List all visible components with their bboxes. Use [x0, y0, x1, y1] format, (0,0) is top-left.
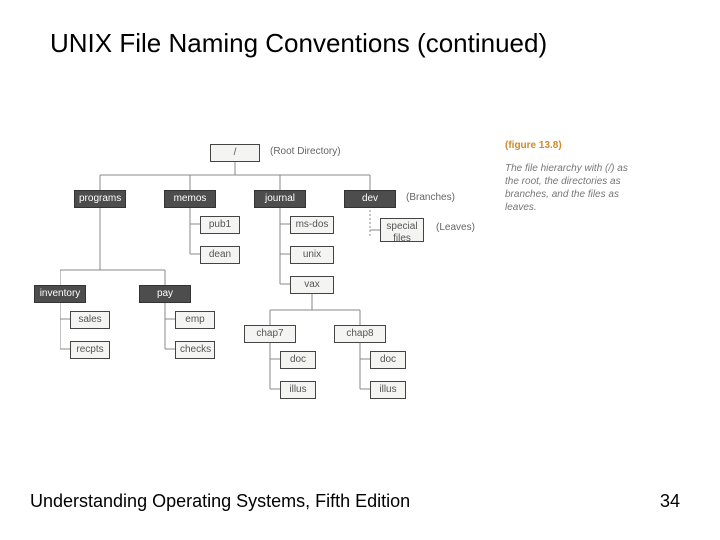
- node-emp: emp: [175, 311, 215, 329]
- page-number: 34: [660, 491, 680, 512]
- node-chap7: chap7: [244, 325, 296, 343]
- node-memos: memos: [164, 190, 216, 208]
- node-checks: checks: [175, 341, 215, 359]
- node-pay: pay: [139, 285, 191, 303]
- node-special-files: special files: [380, 218, 424, 242]
- footer-text: Understanding Operating Systems, Fifth E…: [30, 491, 410, 512]
- node-chap8-doc: doc: [370, 351, 406, 369]
- node-chap7-doc: doc: [280, 351, 316, 369]
- figure-caption: The file hierarchy with (/) as the root,…: [505, 162, 635, 214]
- node-pub1: pub1: [200, 216, 240, 234]
- node-chap8-illus: illus: [370, 381, 406, 399]
- root-directory-label: (Root Directory): [270, 146, 341, 157]
- file-tree-diagram: / (Root Directory) programs memos journa…: [60, 140, 660, 460]
- node-chap8: chap8: [334, 325, 386, 343]
- slide-title: UNIX File Naming Conventions (continued): [50, 28, 547, 59]
- node-sales: sales: [70, 311, 110, 329]
- node-dean: dean: [200, 246, 240, 264]
- node-unix: unix: [290, 246, 334, 264]
- node-inventory: inventory: [34, 285, 86, 303]
- node-recpts: recpts: [70, 341, 110, 359]
- figure-reference: (figure 13.8): [505, 140, 562, 151]
- leaves-label: (Leaves): [436, 222, 475, 233]
- node-programs: programs: [74, 190, 126, 208]
- node-journal: journal: [254, 190, 306, 208]
- node-vax: vax: [290, 276, 334, 294]
- node-root: /: [210, 144, 260, 162]
- node-chap7-illus: illus: [280, 381, 316, 399]
- branches-label: (Branches): [406, 192, 455, 203]
- node-msdos: ms-dos: [290, 216, 334, 234]
- node-dev: dev: [344, 190, 396, 208]
